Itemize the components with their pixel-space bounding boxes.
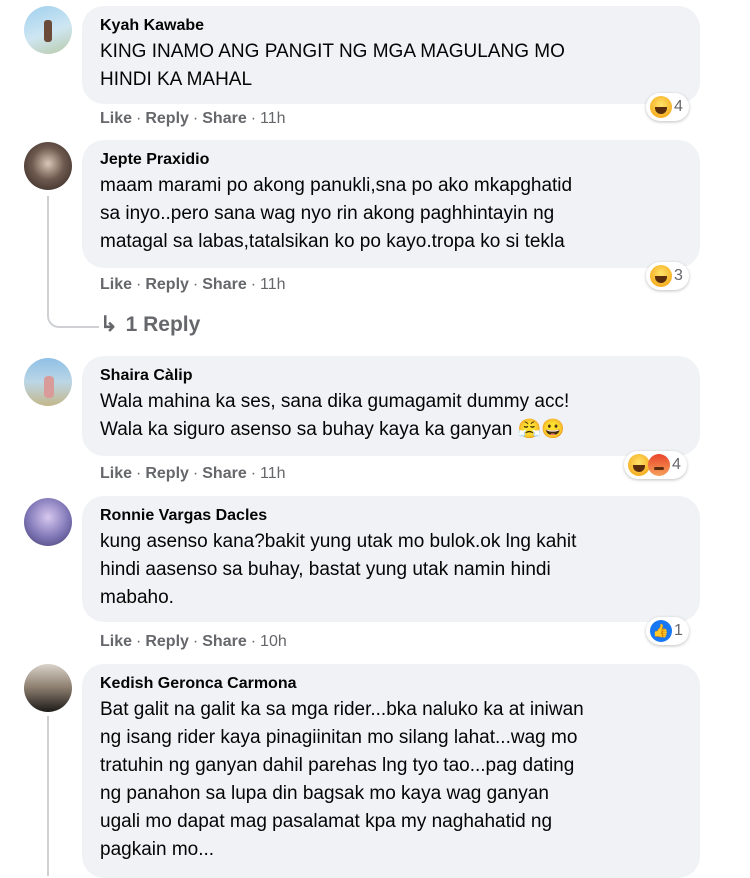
comment-text: Wala mahina ka ses, sana dika gumagamit … [100, 391, 570, 440]
reply-link[interactable]: Reply [145, 633, 189, 651]
share-link[interactable]: Share [202, 110, 246, 128]
reaction-count: 3 [674, 267, 683, 284]
share-link[interactable]: Share [202, 276, 246, 294]
comment-bubble: Jepte Praxidio maam marami po akong panu… [82, 140, 700, 268]
comment-actions: Like · Reply · Share · 11h [100, 110, 286, 128]
timestamp[interactable]: 11h [260, 276, 286, 294]
like-link[interactable]: Like [100, 110, 132, 128]
comment-text: Bat galit na galit ka sa mga rider...bka… [100, 699, 584, 860]
haha-icon [650, 265, 672, 287]
comment-actions: Like · Reply · Share · 11h [100, 465, 286, 483]
reaction-summary[interactable]: 4 [646, 93, 689, 121]
reply-link[interactable]: Reply [145, 276, 189, 294]
comment-bubble: Shaira Càlip Wala mahina ka ses, sana di… [82, 356, 700, 456]
comment-bubble: Kyah Kawabe KING INAMO ANG PANGIT NG MGA… [82, 6, 700, 104]
timestamp[interactable]: 10h [260, 633, 287, 651]
comment-actions: Like · Reply · Share · 11h [100, 276, 286, 294]
avatar[interactable] [24, 498, 72, 546]
reaction-summary[interactable]: 3 [646, 262, 689, 290]
comment-text: maam marami po akong panukli,sna po ako … [100, 175, 573, 252]
haha-icon [628, 454, 650, 476]
commenter-name[interactable]: Ronnie Vargas Dacles [100, 506, 682, 526]
view-replies-link[interactable]: ↳ 1 Reply [100, 312, 200, 337]
reply-link[interactable]: Reply [145, 110, 189, 128]
commenter-name[interactable]: Jepte Praxidio [100, 150, 682, 170]
comment-bubble: Kedish Geronca Carmona Bat galit na gali… [82, 664, 700, 878]
reply-arrow-icon: ↳ [100, 313, 118, 336]
like-link[interactable]: Like [100, 276, 132, 294]
replies-count: 1 Reply [125, 313, 201, 336]
timestamp[interactable]: 11h [260, 110, 286, 128]
like-link[interactable]: Like [100, 465, 132, 483]
share-link[interactable]: Share [202, 633, 246, 651]
reaction-count: 1 [674, 622, 683, 639]
haha-icon [650, 96, 672, 118]
avatar[interactable] [24, 358, 72, 406]
reaction-summary[interactable]: 4 [624, 451, 687, 479]
commenter-name[interactable]: Shaira Càlip [100, 366, 682, 386]
avatar[interactable] [24, 142, 72, 190]
like-icon: 👍 [650, 620, 672, 642]
comment-text: KING INAMO ANG PANGIT NG MGA MAGULANG MO… [100, 41, 565, 90]
reply-link[interactable]: Reply [145, 465, 189, 483]
comment-text: kung asenso kana?bakit yung utak mo bulo… [100, 531, 577, 608]
commenter-name[interactable]: Kedish Geronca Carmona [100, 674, 682, 694]
commenter-name[interactable]: Kyah Kawabe [100, 16, 682, 36]
avatar[interactable] [24, 664, 72, 712]
avatar[interactable] [24, 6, 72, 54]
reaction-count: 4 [674, 98, 683, 115]
timestamp[interactable]: 11h [260, 465, 286, 483]
reaction-count: 4 [672, 456, 681, 473]
share-link[interactable]: Share [202, 465, 246, 483]
comment-bubble: Ronnie Vargas Dacles kung asenso kana?ba… [82, 496, 700, 622]
angry-icon [648, 454, 670, 476]
reaction-summary[interactable]: 👍 1 [646, 617, 689, 645]
like-link[interactable]: Like [100, 633, 132, 651]
comment-actions: Like · Reply · Share · 10h [100, 633, 287, 651]
